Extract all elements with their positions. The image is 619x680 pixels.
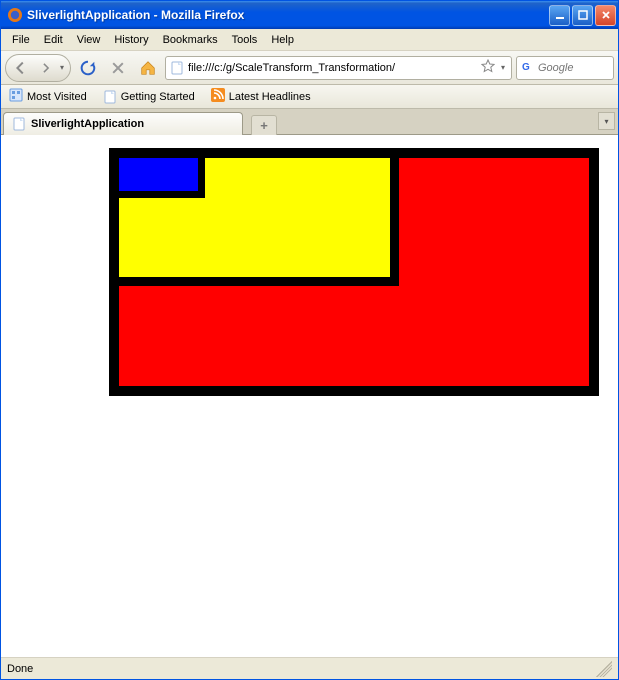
bookmark-latest-headlines[interactable]: Latest Headlines [207, 86, 315, 107]
menu-bookmarks[interactable]: Bookmarks [156, 32, 225, 48]
rss-feed-icon [211, 88, 225, 105]
menu-file[interactable]: File [5, 32, 37, 48]
navigation-toolbar: ▾ ▾ G [1, 51, 618, 85]
url-bar[interactable]: ▾ [165, 56, 512, 80]
new-tab-button[interactable]: + [251, 115, 277, 135]
page-content [1, 135, 618, 657]
home-button[interactable] [135, 55, 161, 81]
plus-icon: + [260, 118, 268, 133]
silverlight-canvas [109, 148, 599, 396]
menu-view[interactable]: View [70, 32, 108, 48]
menu-edit[interactable]: Edit [37, 32, 70, 48]
tab-active[interactable]: SliverlightApplication [3, 112, 243, 135]
resize-grip-icon[interactable] [596, 661, 612, 677]
bookmarks-toolbar: Most Visited Getting Started Latest Head… [1, 85, 618, 109]
back-button[interactable] [8, 55, 34, 81]
url-dropdown-icon[interactable]: ▾ [499, 63, 507, 72]
svg-text:G: G [522, 62, 530, 73]
status-bar: Done [1, 657, 618, 679]
tabs-dropdown-button[interactable]: ▾ [598, 112, 615, 130]
most-visited-icon [9, 88, 23, 105]
menu-history[interactable]: History [107, 32, 155, 48]
minimize-button[interactable] [549, 5, 570, 26]
stop-button[interactable] [105, 55, 131, 81]
bookmark-getting-started[interactable]: Getting Started [99, 88, 199, 106]
blue-rectangle [119, 158, 205, 198]
close-button[interactable] [595, 5, 616, 26]
forward-button[interactable] [34, 56, 58, 80]
bookmark-label: Latest Headlines [229, 91, 311, 103]
page-icon [103, 90, 117, 104]
search-input[interactable] [538, 62, 619, 74]
google-search-icon: G [521, 59, 535, 76]
bookmark-most-visited[interactable]: Most Visited [5, 86, 91, 107]
firefox-app-icon [7, 7, 23, 23]
status-text: Done [7, 663, 33, 675]
nav-back-forward-group: ▾ [5, 54, 71, 82]
page-identity-icon [170, 61, 184, 75]
nav-history-dropdown[interactable]: ▾ [58, 63, 66, 72]
menu-tools[interactable]: Tools [225, 32, 265, 48]
maximize-button[interactable] [572, 5, 593, 26]
url-input[interactable] [188, 62, 477, 74]
bookmark-star-icon[interactable] [481, 59, 495, 76]
menu-bar: File Edit View History Bookmarks Tools H… [1, 29, 618, 51]
reload-button[interactable] [75, 55, 101, 81]
window-titlebar: SliverlightApplication - Mozilla Firefox [1, 1, 618, 29]
tab-label: SliverlightApplication [31, 118, 144, 130]
page-icon [12, 117, 26, 131]
window-title: SliverlightApplication - Mozilla Firefox [27, 8, 549, 22]
menu-help[interactable]: Help [264, 32, 301, 48]
bookmark-label: Most Visited [27, 91, 87, 103]
tab-strip: SliverlightApplication + ▾ [1, 109, 618, 135]
window-controls [549, 5, 616, 26]
bookmark-label: Getting Started [121, 91, 195, 103]
search-box[interactable]: G [516, 56, 614, 80]
